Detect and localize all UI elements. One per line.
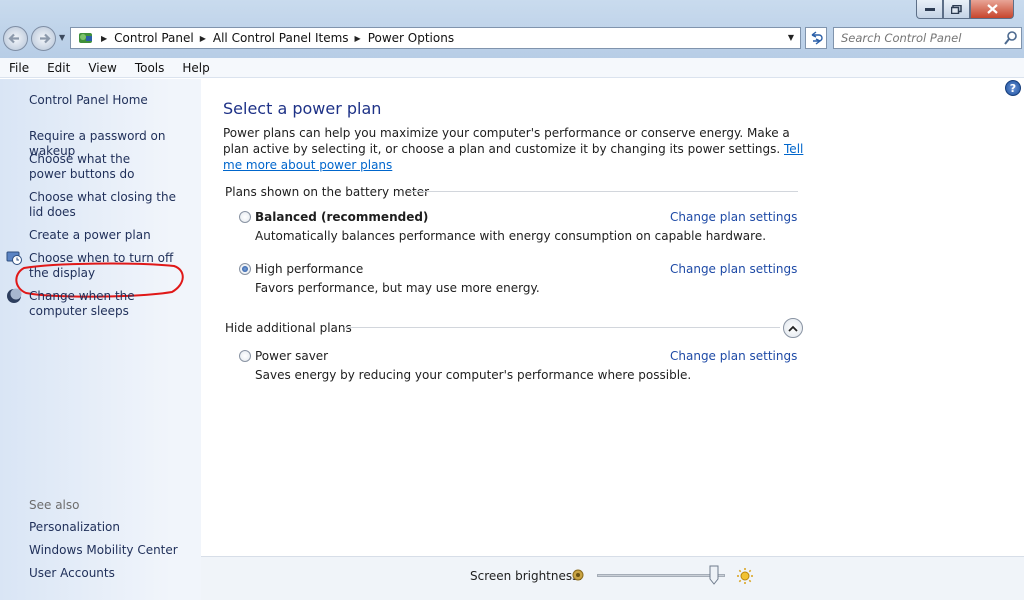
breadcrumb-control-panel[interactable]: Control Panel xyxy=(114,31,194,45)
breadcrumb-separator: ▶ xyxy=(199,33,206,43)
refresh-icon xyxy=(811,31,823,45)
plan-name-balanced[interactable]: Balanced (recommended) xyxy=(255,210,428,224)
dim-brightness-icon xyxy=(572,569,584,581)
menu-edit[interactable]: Edit xyxy=(38,61,79,75)
forward-arrow-icon xyxy=(40,33,51,44)
sidebar-turn-off-display[interactable]: Choose when to turn off the display xyxy=(29,251,189,281)
change-settings-balanced[interactable]: Change plan settings xyxy=(670,210,797,224)
breadcrumb-all-items[interactable]: All Control Panel Items xyxy=(213,31,349,45)
display-clock-icon xyxy=(6,251,22,265)
forward-button[interactable] xyxy=(31,26,56,51)
menu-tools[interactable]: Tools xyxy=(126,61,174,75)
title-bar: ▼ ▶ Control Panel ▶ All Control Panel It… xyxy=(0,0,1024,58)
search-input[interactable] xyxy=(834,28,994,48)
breadcrumb-separator: ▶ xyxy=(101,33,108,43)
address-dropdown[interactable]: ▼ xyxy=(788,33,794,42)
sidebar-mobility-center[interactable]: Windows Mobility Center xyxy=(29,543,197,558)
minimize-icon xyxy=(924,8,935,11)
search-box[interactable] xyxy=(833,27,1022,49)
page-title: Select a power plan xyxy=(223,99,382,118)
plan-desc-power-saver: Saves energy by reducing your computer's… xyxy=(255,368,692,382)
breadcrumb-power-options[interactable]: Power Options xyxy=(368,31,454,45)
help-icon: ? xyxy=(1009,81,1017,95)
sidebar-computer-sleeps[interactable]: Change when the computer sleeps xyxy=(29,289,189,319)
plan-name-high-performance[interactable]: High performance xyxy=(255,262,363,276)
sidebar-user-accounts[interactable]: User Accounts xyxy=(29,566,197,581)
sleep-moon-icon xyxy=(7,288,22,303)
sidebar: Control Panel Home Require a password on… xyxy=(0,79,201,600)
plan-desc-balanced: Automatically balances performance with … xyxy=(255,229,767,243)
sidebar-control-panel-home[interactable]: Control Panel Home xyxy=(29,93,197,108)
see-also-label: See also xyxy=(29,498,80,512)
additional-plans-heading[interactable]: Hide additional plans xyxy=(225,321,352,335)
close-icon xyxy=(986,4,998,14)
restore-icon xyxy=(951,4,962,14)
control-panel-icon xyxy=(79,33,92,43)
brightness-slider-thumb[interactable] xyxy=(709,565,719,585)
minimize-button[interactable] xyxy=(916,0,943,19)
menu-bar: File Edit View Tools Help xyxy=(0,58,1024,78)
search-icon xyxy=(1004,31,1017,45)
menu-view[interactable]: View xyxy=(79,61,125,75)
menu-help[interactable]: Help xyxy=(173,61,218,75)
brightness-label: Screen brightness: xyxy=(470,569,583,583)
menu-file[interactable]: File xyxy=(0,61,38,75)
radio-high-performance[interactable] xyxy=(239,263,251,275)
refresh-button[interactable] xyxy=(805,27,827,49)
collapse-button[interactable] xyxy=(783,318,803,338)
battery-plans-heading: Plans shown on the battery meter xyxy=(225,185,430,199)
change-settings-high-performance[interactable]: Change plan settings xyxy=(670,262,797,276)
close-button[interactable] xyxy=(970,0,1014,19)
back-button[interactable] xyxy=(3,26,28,51)
recent-pages-dropdown[interactable]: ▼ xyxy=(59,33,65,42)
sidebar-create-plan[interactable]: Create a power plan xyxy=(29,228,197,243)
radio-power-saver[interactable] xyxy=(239,350,251,362)
plan-desc-high-performance: Favors performance, but may use more ene… xyxy=(255,281,540,295)
change-settings-power-saver[interactable]: Change plan settings xyxy=(670,349,797,363)
back-arrow-icon xyxy=(8,33,19,44)
group-divider xyxy=(344,327,780,328)
sidebar-closing-lid[interactable]: Choose what closing the lid does xyxy=(29,190,184,220)
intro-text: Power plans can help you maximize your c… xyxy=(223,125,808,173)
plan-name-power-saver[interactable]: Power saver xyxy=(255,349,328,363)
intro-description: Power plans can help you maximize your c… xyxy=(223,126,790,156)
sidebar-power-buttons[interactable]: Choose what the power buttons do xyxy=(29,152,169,182)
sidebar-personalization[interactable]: Personalization xyxy=(29,520,197,535)
brightness-slider-track[interactable] xyxy=(597,574,725,577)
window-controls xyxy=(916,0,1014,20)
radio-balanced[interactable] xyxy=(239,211,251,223)
breadcrumb-separator: ▶ xyxy=(354,33,361,43)
address-bar[interactable]: ▶ Control Panel ▶ All Control Panel Item… xyxy=(70,27,801,49)
group-divider xyxy=(410,191,798,192)
help-button[interactable]: ? xyxy=(1005,80,1021,96)
maximize-button[interactable] xyxy=(943,0,970,19)
chevron-up-icon xyxy=(788,325,798,332)
bright-sun-icon xyxy=(737,568,753,584)
brightness-bar: Screen brightness: xyxy=(201,556,1024,600)
